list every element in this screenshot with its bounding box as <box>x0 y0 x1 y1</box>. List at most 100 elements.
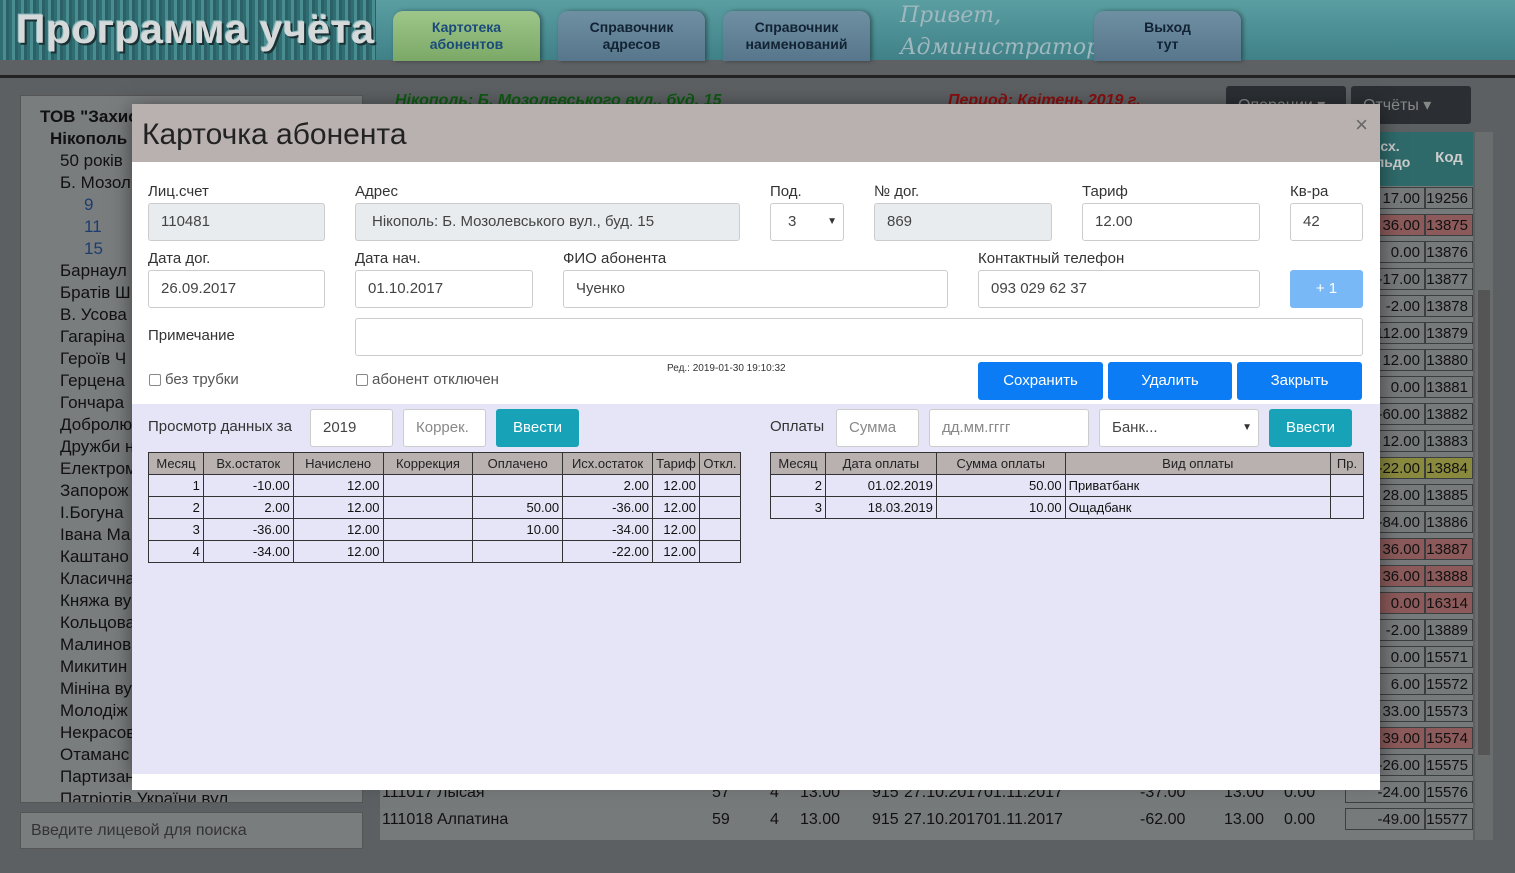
tree-street-item[interactable]: Малинов <box>60 634 131 656</box>
nav-names-button[interactable]: Справочник наименований <box>723 11 870 61</box>
column-header[interactable]: Месяц <box>148 452 204 475</box>
table-row[interactable]: 2 2.00 12.00 50.00 -36.00 12.00 <box>148 496 742 519</box>
account-search-input[interactable]: Введите лицевой для поиска <box>20 812 363 849</box>
bank-select[interactable]: Банк... ▼ <box>1099 409 1259 447</box>
tree-street-item[interactable]: Запорож <box>60 480 128 502</box>
close-icon[interactable]: × <box>1355 112 1368 138</box>
column-header[interactable]: Оплачено <box>472 452 564 475</box>
payment-date-field[interactable]: дд.мм.гггг <box>929 409 1089 447</box>
tree-street-item[interactable]: Микитин <box>60 656 127 678</box>
table-row[interactable]: 3 -36.00 12.00 10.00 -34.00 12.00 <box>148 518 742 541</box>
code-cell: 15574 <box>1425 727 1473 749</box>
note-field[interactable] <box>355 318 1363 356</box>
tree-street-item[interactable]: В. Усова <box>60 304 127 326</box>
tree-street-item[interactable]: 50 років <box>60 150 123 172</box>
tree-group-item[interactable]: Нікополь <box>50 128 127 150</box>
table-cell: -36.00 <box>562 496 653 519</box>
code-cell: 16314 <box>1425 592 1473 614</box>
code-cell: 13886 <box>1425 511 1473 533</box>
tree-street-item[interactable]: Патріотів України вул. <box>60 788 233 802</box>
code-cell: 15577 <box>1425 808 1473 830</box>
column-header[interactable]: Откл. <box>698 452 742 475</box>
contract-date-field[interactable]: 26.09.2017 <box>148 270 325 308</box>
close-button[interactable]: Закрыть <box>1237 362 1362 400</box>
table-cell: Ощадбанк <box>1064 496 1332 519</box>
code-cell: 13879 <box>1425 322 1473 344</box>
code-cell: 13880 <box>1425 349 1473 371</box>
disconnected-checkbox[interactable] <box>356 374 368 386</box>
tree-street-item[interactable]: Дружби н <box>60 436 134 458</box>
tree-street-item[interactable]: Класична <box>60 568 135 590</box>
table-cell <box>382 496 474 519</box>
tree-street-item[interactable]: Некрасов <box>60 722 135 744</box>
tree-street-item[interactable]: Отаманс <box>60 744 129 766</box>
year-field[interactable]: 2019 <box>310 409 393 447</box>
tree-street-item[interactable]: Княжа ву <box>60 590 131 612</box>
account-field[interactable]: 110481 <box>148 203 325 241</box>
tree-group-item[interactable]: ТОВ "Захис <box>40 106 138 128</box>
table-cell: 3 <box>770 496 826 519</box>
no-pipe-checkbox[interactable] <box>149 374 161 386</box>
enter-payment-button[interactable]: Ввести <box>1269 409 1352 447</box>
tree-street-item[interactable]: Барнаул <box>60 260 127 282</box>
column-header[interactable]: Вх.остаток <box>202 452 294 475</box>
tree-house-item[interactable]: 9 <box>84 194 93 216</box>
column-header[interactable]: Дата оплаты <box>824 452 937 475</box>
apartment-field[interactable]: 42 <box>1290 203 1363 241</box>
column-header[interactable]: Месяц <box>770 452 826 475</box>
subscriber-card-modal: Карточка абонента × Лиц.счет 110481 Адре… <box>132 104 1380 774</box>
correction-field[interactable]: Коррек. <box>403 409 486 447</box>
scrollbar-thumb[interactable] <box>1478 290 1490 755</box>
tree-street-item[interactable]: Гагаріна <box>60 326 125 348</box>
nav-subscribers-button[interactable]: Картотека абонентов <box>393 11 540 61</box>
nav-label: абонентов <box>429 36 504 52</box>
table-row[interactable]: 2 01.02.2019 50.00 Приватбанк <box>770 474 1364 497</box>
tree-street-item[interactable]: І.Богуна <box>60 502 124 524</box>
payment-sum-field[interactable]: Сумма <box>836 409 919 447</box>
tree-street-item[interactable]: Каштано <box>60 546 129 568</box>
fio-field[interactable]: Чуенко <box>563 270 948 308</box>
tree-house-item[interactable]: 11 <box>84 216 102 238</box>
enter-correction-button[interactable]: Ввести <box>496 409 579 447</box>
contract-no-field[interactable]: 869 <box>874 203 1052 241</box>
tree-street-item[interactable]: Електром <box>60 458 137 480</box>
column-header[interactable]: Тариф <box>651 452 700 475</box>
column-header[interactable]: Сумма оплаты <box>935 452 1066 475</box>
tree-street-item[interactable]: Добролю <box>60 414 132 436</box>
phone-field[interactable]: 093 029 62 37 <box>978 270 1260 308</box>
tariff-field[interactable]: 12.00 <box>1082 203 1260 241</box>
save-button[interactable]: Сохранить <box>978 362 1103 400</box>
saldo-cell: -49.00 <box>1345 808 1425 830</box>
tree-street-item[interactable]: Братів Ш <box>60 282 131 304</box>
nav-label: Картотека <box>431 19 502 35</box>
column-header[interactable]: Коррекция <box>382 452 474 475</box>
code-cell: 15576 <box>1425 781 1473 803</box>
tree-house-item[interactable]: 15 <box>84 238 103 260</box>
tree-street-item[interactable]: Героїв Ч <box>60 348 126 370</box>
tree-street-item[interactable]: Гончара <box>60 392 124 414</box>
table-cell: 12.00 <box>651 540 700 563</box>
logout-button[interactable]: Выход тут <box>1094 11 1241 61</box>
tree-street-item[interactable]: Кольцова <box>60 612 135 634</box>
nav-addresses-button[interactable]: Справочник адресов <box>558 11 705 61</box>
tree-street-item[interactable]: Герцена <box>60 370 125 392</box>
modal-header: Карточка абонента × <box>132 104 1380 162</box>
tree-street-item[interactable]: Партизан <box>60 766 135 788</box>
column-header[interactable]: Начислено <box>292 452 384 475</box>
tree-street-item[interactable]: Б. Мозол <box>60 172 131 194</box>
add-phone-button[interactable]: + 1 <box>1290 270 1363 308</box>
delete-button[interactable]: Удалить <box>1108 362 1232 400</box>
entrance-select[interactable]: 3 ▼ <box>770 203 844 241</box>
column-header[interactable]: Исх.остаток <box>562 452 653 475</box>
address-field[interactable]: Нікополь: Б. Мозолевського вул., буд. 15 <box>355 203 740 241</box>
column-header[interactable]: Пр. <box>1330 452 1364 475</box>
tree-street-item[interactable]: Мініна ву <box>60 678 132 700</box>
table-row[interactable]: 3 18.03.2019 10.00 Ощадбанк <box>770 496 1364 519</box>
column-header[interactable]: Вид оплаты <box>1064 452 1332 475</box>
tree-street-item[interactable]: Молодіж <box>60 700 128 722</box>
table-row[interactable]: 4 -34.00 12.00 -22.00 12.00 <box>148 540 742 563</box>
start-date-field[interactable]: 01.10.2017 <box>355 270 533 308</box>
tree-street-item[interactable]: Івана Ма <box>60 524 130 546</box>
table-cell: 10.00 <box>935 496 1066 519</box>
table-row[interactable]: 1 -10.00 12.00 2.00 12.00 <box>148 474 742 497</box>
